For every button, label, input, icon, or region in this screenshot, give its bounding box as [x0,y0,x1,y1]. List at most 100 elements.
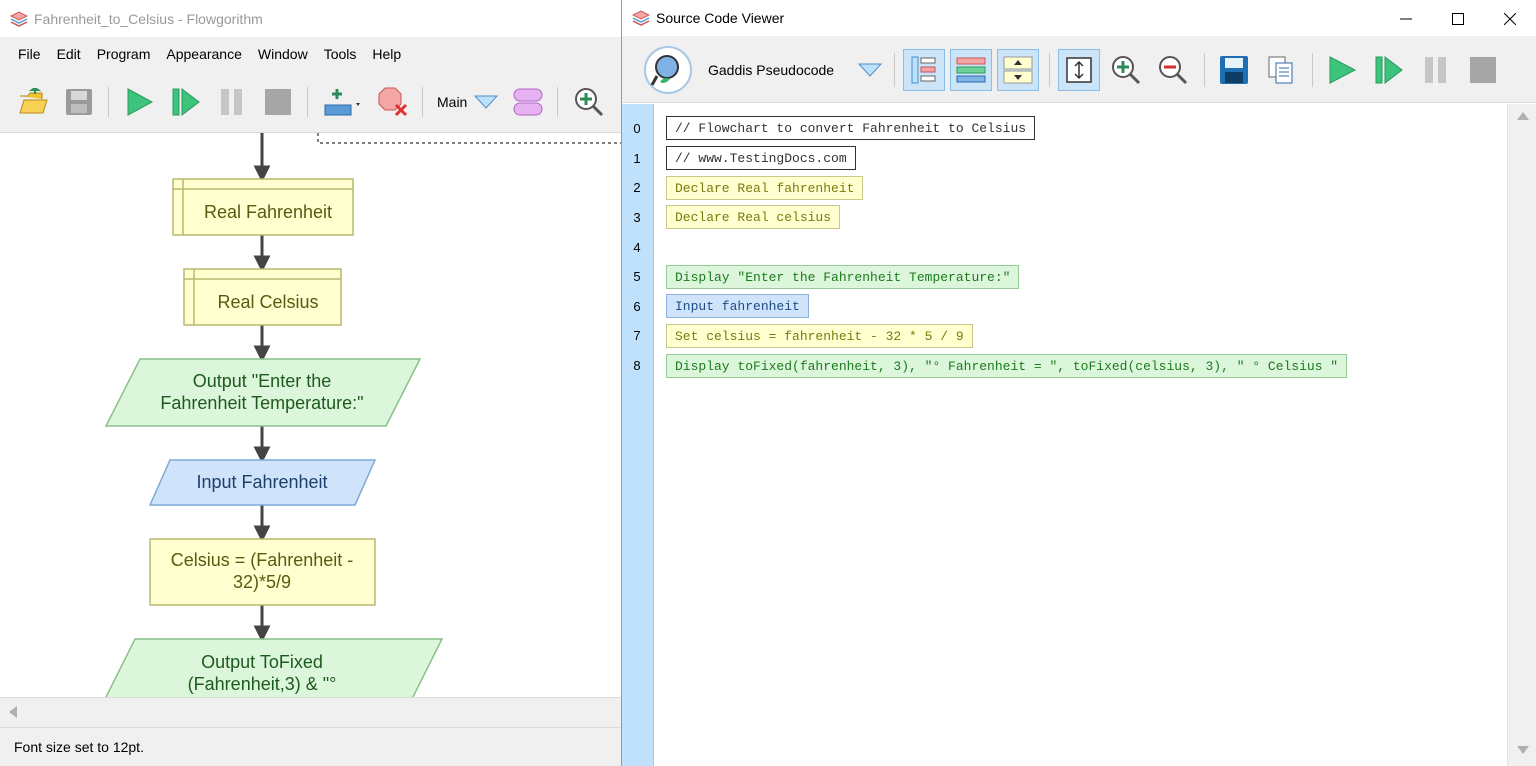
line-numbers-toggle[interactable] [903,48,946,91]
output-shape-prompt[interactable]: Output "Enter the Fahrenheit Temperature… [104,358,422,427]
line-number-gutter: 0 1 2 3 4 5 6 7 8 [622,104,654,766]
source-code-viewer-window: Source Code Viewer Gaddis Pseudocode 0 1… [621,0,1536,766]
save-code-button[interactable] [1213,49,1255,91]
flowgorithm-logo-icon [10,10,28,27]
menu-appearance[interactable]: Appearance [158,46,250,62]
fit-view-button[interactable] [1058,48,1101,91]
code-line-assign[interactable]: Set celsius = fahrenheit - 32 * 5 / 9 [666,324,973,348]
menu-tools[interactable]: Tools [316,46,365,62]
code-title-bar[interactable]: Source Code Viewer [622,0,1536,37]
minimize-button[interactable] [1380,0,1432,37]
scroll-left-icon[interactable] [9,706,17,718]
main-title-bar[interactable]: Fahrenheit_to_Celsius - Flowgorithm [0,0,622,37]
function-dropdown-button[interactable] [473,85,499,119]
language-logo-button[interactable] [644,45,692,94]
stop-button[interactable] [261,85,295,119]
breakpoint-remove-icon [378,87,408,116]
code-line-output[interactable]: Display "Enter the Fahrenheit Temperatur… [666,265,1020,289]
collapse-toggle[interactable] [997,48,1040,91]
language-dropdown-button[interactable] [856,49,884,91]
input-shape-fahrenheit[interactable]: Input Fahrenheit [148,459,377,506]
output-text: Output "Enter the [193,371,331,391]
zoom-out-icon [1159,55,1188,84]
window-controls [1380,0,1536,37]
zoom-in-button[interactable] [572,85,606,119]
toolbar-separator [1204,52,1206,87]
zoom-in-icon [575,87,604,116]
pause-icon [1425,56,1447,83]
step-button[interactable] [1368,49,1410,91]
open-button[interactable] [16,85,50,119]
menu-file[interactable]: File [10,46,49,62]
horizontal-scrollbar[interactable] [0,697,622,727]
declare-shape-fahrenheit[interactable]: Real Fahrenheit [172,178,354,236]
save-icon [1220,55,1249,84]
save-button[interactable] [62,85,96,119]
maximize-button[interactable] [1432,0,1484,37]
code-line-declare[interactable]: Declare Real celsius [666,205,841,229]
line-number: 6 [633,299,641,314]
step-icon [1375,55,1403,84]
run-button[interactable] [123,85,157,119]
language-select-label[interactable]: Gaddis Pseudocode [708,62,834,78]
scroll-up-icon[interactable] [1517,112,1529,120]
pause-button[interactable] [1415,49,1457,91]
flowchart-canvas[interactable]: Real Fahrenheit Real Celsius Output "Ent… [0,133,622,697]
line-numbers-icon [911,56,936,83]
stop-icon [1470,56,1497,83]
add-variable-watch-icon [324,88,360,115]
close-button[interactable] [1484,0,1536,37]
assign-shape-celsius[interactable]: Celsius = (Fahrenheit - 32)*5/9 [149,538,376,606]
declare-shape-celsius[interactable]: Real Celsius [183,268,342,326]
toolbar-separator [1312,52,1314,87]
stop-button[interactable] [1462,49,1504,91]
assign-text: 32)*5/9 [233,572,291,592]
code-line-output[interactable]: Display toFixed(fahrenheit, 3), "° Fahre… [666,354,1348,378]
toolbar-separator [894,52,896,87]
copy-code-button[interactable] [1260,49,1302,91]
menu-program[interactable]: Program [89,46,159,62]
zoom-in-button[interactable] [1105,49,1147,91]
menu-help[interactable]: Help [364,46,409,62]
pause-button[interactable] [215,85,249,119]
code-line-comment[interactable]: // Flowchart to convert Fahrenheit to Ce… [666,116,1036,140]
run-button[interactable] [1321,49,1363,91]
code-line-comment[interactable]: // www.TestingDocs.com [666,146,856,170]
maximize-icon [1452,12,1464,25]
line-number: 3 [633,210,641,225]
declare-text: Real Fahrenheit [204,202,332,222]
flowgorithm-logo-icon [632,10,650,26]
main-toolbar: Main [0,71,622,133]
code-line-input[interactable]: Input fahrenheit [666,294,809,318]
vertical-scrollbar[interactable] [1507,104,1536,766]
toolbar-separator [1049,52,1051,87]
declare-text: Real Celsius [217,292,318,312]
window-title: Source Code Viewer [656,10,785,26]
code-line-declare[interactable]: Declare Real fahrenheit [666,176,864,200]
copy-icon [1268,56,1293,83]
flowchart: Real Fahrenheit Real Celsius Output "Ent… [98,133,622,697]
zoom-out-button[interactable] [1152,49,1194,91]
output-shape-result[interactable]: Output ToFixed (Fahrenheit,3) & "° [98,638,444,697]
breakpoint-button[interactable] [376,85,410,119]
color-coding-toggle[interactable] [950,48,993,91]
magnifier-leaf-icon [650,54,679,86]
menu-window[interactable]: Window [250,46,316,62]
menu-edit[interactable]: Edit [49,46,89,62]
line-number: 8 [633,358,641,373]
functions-icon [513,88,543,115]
expand-collapse-icon [1003,56,1033,83]
functions-button[interactable] [511,85,545,119]
step-button[interactable] [169,85,203,119]
step-icon [172,87,200,116]
toolbar-separator [307,86,308,117]
output-text: Output ToFixed [201,652,323,672]
function-select-label[interactable]: Main [437,94,467,110]
variable-watch-button[interactable] [322,85,364,119]
line-number: 4 [633,240,641,255]
assign-text: Celsius = (Fahrenheit - [171,550,354,570]
line-number: 2 [633,180,641,195]
scroll-down-icon[interactable] [1517,746,1529,754]
input-text: Input Fahrenheit [196,472,327,492]
code-area[interactable]: // Flowchart to convert Fahrenheit to Ce… [654,104,1507,766]
